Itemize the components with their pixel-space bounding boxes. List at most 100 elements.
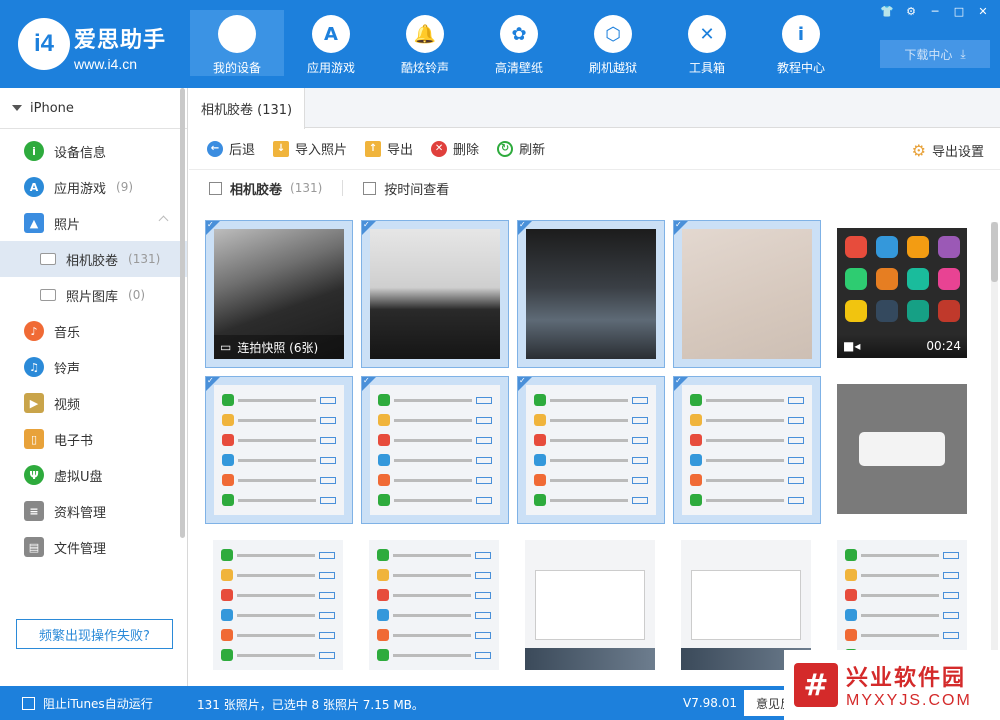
refresh-button[interactable]: ↻ 刷新 [497, 139, 545, 158]
sidebar-item-apps[interactable]: A 应用游戏 (9) [0, 169, 187, 205]
help-failure-button[interactable]: 频繁出现操作失败? [16, 619, 173, 649]
sidebar-item-photo-library[interactable]: 照片图库 (0) [0, 277, 187, 313]
photo-thumbnail[interactable] [361, 532, 509, 680]
sidebar-item-music[interactable]: ♪ 音乐 [0, 313, 187, 349]
gear-icon[interactable]: ⚙ [904, 4, 918, 18]
text-line [706, 418, 784, 422]
sidebar-item-file-management[interactable]: ▤ 文件管理 [0, 529, 187, 565]
nav-ringtones[interactable]: 🔔 酷炫铃声 [378, 10, 472, 76]
selected-check-icon[interactable] [362, 376, 376, 391]
photo-thumbnail[interactable]: ■◂ 00:24 [829, 220, 977, 368]
sidebar-item-data-management[interactable]: ≡ 资料管理 [0, 493, 187, 529]
nav-flash-jailbreak[interactable]: ⬡ 刷机越狱 [566, 10, 660, 76]
photo-thumbnail[interactable]: ▭ 连拍快照 (6张) [205, 220, 353, 368]
selected-check-icon[interactable] [206, 376, 220, 391]
tools-icon: ✕ [688, 15, 726, 53]
delete-button[interactable]: ✕ 删除 [431, 139, 479, 158]
shirt-icon[interactable]: 👕 [880, 4, 894, 18]
app-icon [377, 649, 389, 661]
text-line [237, 553, 315, 557]
album-count: (131) [290, 181, 323, 195]
back-button[interactable]: ← 后退 [207, 139, 255, 158]
install-button [319, 611, 335, 619]
download-center-button[interactable]: 下载中心 ⤓ [880, 40, 990, 68]
sidebar-item-video[interactable]: ▶ 视频 [0, 385, 187, 421]
sidebar-item-label: 照片图库 [66, 289, 119, 305]
nav-apps-games[interactable]: A 应用游戏 [284, 10, 378, 76]
photo-thumbnail[interactable] [517, 376, 665, 524]
nav-wallpapers[interactable]: ✿ 高清壁纸 [472, 10, 566, 76]
text-line [238, 458, 316, 462]
app-icon [845, 236, 867, 258]
maximize-icon[interactable]: □ [952, 4, 966, 18]
list-item [690, 433, 804, 447]
block-itunes-toggle[interactable]: 阻止iTunes自动运行 [22, 695, 153, 712]
text-line [550, 498, 628, 502]
text-line [237, 633, 315, 637]
sidebar-item-count: (9) [116, 180, 134, 194]
close-icon[interactable]: ✕ [976, 4, 990, 18]
photo-image [837, 384, 967, 514]
photo-thumbnail[interactable] [517, 220, 665, 368]
install-button [319, 631, 335, 639]
sidebar-item-photos[interactable]: ▲ 照片 [0, 205, 187, 241]
block-itunes-checkbox[interactable] [22, 697, 35, 710]
text-line [550, 478, 628, 482]
list-item [845, 568, 959, 582]
device-header[interactable]: iPhone [0, 88, 187, 128]
app-icon [845, 268, 867, 290]
brand-url: www.i4.cn [74, 56, 138, 72]
sidebar-item-ringtones[interactable]: ♫ 铃声 [0, 349, 187, 385]
app-icon [221, 589, 233, 601]
selected-check-icon[interactable] [362, 220, 376, 235]
export-button[interactable]: ↑ 导出 [365, 139, 413, 158]
sidebar-item-camera-roll[interactable]: 相机胶卷 (131) [0, 241, 187, 277]
select-all-checkbox[interactable] [209, 181, 222, 195]
export-settings-button[interactable]: ⚙ 导出设置 [912, 141, 984, 160]
grid-scrollbar[interactable] [991, 222, 998, 672]
import-photos-button[interactable]: ↓ 导入照片 [273, 139, 347, 158]
app-icon [534, 454, 546, 466]
text-line [237, 653, 315, 657]
sidebar-scrollbar[interactable] [180, 88, 185, 538]
box-icon: ⬡ [594, 15, 632, 53]
selected-check-icon[interactable] [674, 220, 688, 235]
sidebar-item-label: 电子书 [54, 433, 94, 449]
chevron-up-icon[interactable] [158, 215, 169, 226]
photo-thumbnail[interactable] [361, 376, 509, 524]
sidebar-item-virtual-usb[interactable]: Ψ 虚拟U盘 [0, 457, 187, 493]
nav-my-device[interactable]: 我的设备 [190, 10, 284, 76]
selected-check-icon[interactable] [518, 376, 532, 391]
list-item [534, 473, 648, 487]
photo-thumbnail[interactable] [673, 220, 821, 368]
photo-thumbnail[interactable] [829, 376, 977, 524]
by-time-label: 按时间查看 [384, 182, 450, 198]
selected-check-icon[interactable] [206, 220, 220, 235]
tab-camera-roll[interactable]: 相机胶卷 (131) [189, 88, 306, 129]
selected-check-icon[interactable] [518, 220, 532, 235]
photo-thumbnail[interactable] [361, 220, 509, 368]
nav-tutorials[interactable]: i 教程中心 [754, 10, 848, 76]
collapse-triangle-icon[interactable] [12, 105, 22, 111]
text-line [706, 458, 784, 462]
app-icon [690, 414, 702, 426]
photo-thumbnail[interactable] [673, 376, 821, 524]
list-item [377, 648, 491, 662]
app-icon [845, 569, 857, 581]
sidebar-item-device-info[interactable]: i 设备信息 [0, 133, 187, 169]
photo-thumbnail[interactable] [517, 532, 665, 680]
flower-icon: ✿ [500, 15, 538, 53]
minimize-icon[interactable]: ─ [928, 4, 942, 18]
photo-thumbnail[interactable] [205, 376, 353, 524]
scrollbar-thumb[interactable] [991, 222, 998, 282]
photo-thumbnail[interactable] [205, 532, 353, 680]
install-button [320, 416, 336, 424]
app-icon [845, 629, 857, 641]
by-time-checkbox[interactable] [363, 181, 377, 195]
app-icon [221, 629, 233, 641]
text-line [550, 458, 628, 462]
sidebar-item-ebooks[interactable]: ▯ 电子书 [0, 421, 187, 457]
nav-toolbox[interactable]: ✕ 工具箱 [660, 10, 754, 76]
selected-check-icon[interactable] [674, 376, 688, 391]
install-button [632, 476, 648, 484]
